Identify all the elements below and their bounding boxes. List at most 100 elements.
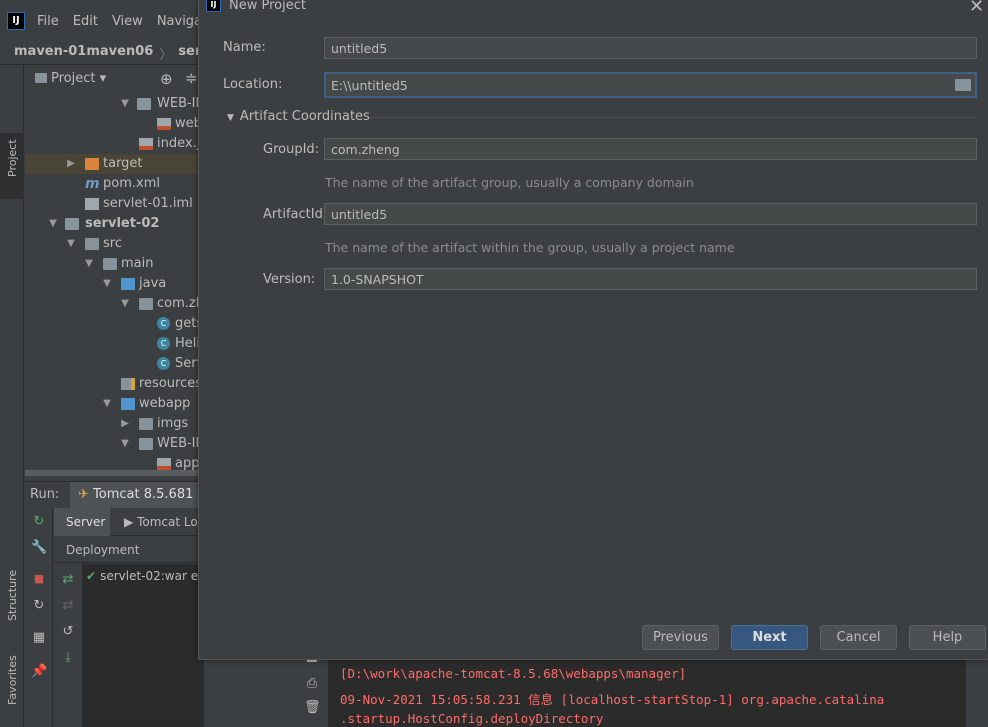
next-button-label: Next (752, 630, 787, 645)
location-label: Location: (223, 77, 283, 92)
previous-button-label: Previous (653, 630, 708, 645)
chevron-right-icon[interactable]: ▶ (65, 154, 77, 174)
locate-icon[interactable]: ⊕ (160, 70, 173, 88)
tab-tomcat-log-label: Tomcat Lo (137, 515, 198, 529)
tree-item[interactable]: resources (25, 374, 205, 394)
tree-item-label: webapp (139, 396, 191, 411)
folder-icon (139, 418, 153, 430)
menu-view[interactable]: View (112, 14, 143, 29)
previous-button[interactable]: Previous (642, 625, 719, 650)
breadcrumb-item[interactable]: maven-01maven06 (14, 44, 153, 63)
location-field[interactable] (324, 72, 977, 98)
console-icon: ▶ (124, 515, 134, 529)
tree-item[interactable]: C gets (25, 314, 205, 334)
download-icon[interactable]: ⤓ (60, 650, 76, 666)
stop-icon[interactable]: ■ (31, 571, 47, 587)
chevron-right-icon[interactable]: ▶ (119, 414, 131, 434)
tree-item[interactable]: ▼ webapp (25, 394, 205, 414)
deployment-header: Deployment (54, 537, 204, 563)
chevron-down-icon[interactable]: ▼ (101, 394, 113, 414)
tree-item[interactable]: C Serv (25, 354, 205, 374)
rerun-icon[interactable]: ↻ (31, 514, 47, 530)
folder-icon (103, 258, 117, 270)
xml-file-icon (157, 458, 171, 470)
trash-icon[interactable]: 🗑 (304, 700, 321, 716)
undeploy-icon[interactable]: ⇄ (60, 598, 76, 614)
tree-item[interactable]: ▼ main (25, 254, 205, 274)
artifact-coordinates-toggle[interactable]: ▼ Artifact Coordinates (227, 109, 370, 124)
chevron-down-icon[interactable]: ▼ (47, 214, 59, 234)
collapse-icon[interactable]: ≑ (185, 69, 198, 87)
menu-file[interactable]: File (37, 14, 59, 29)
project-view-selector[interactable]: Project ▾ (35, 71, 106, 86)
tab-tomcat-log[interactable]: ▶ Tomcat Lo (124, 515, 198, 529)
chevron-down-icon[interactable]: ▼ (101, 274, 113, 294)
artifactid-field[interactable] (324, 203, 977, 225)
jsp-file-icon (139, 138, 153, 150)
structure-stripe-label[interactable]: Structure (6, 570, 19, 621)
intellij-logo-icon: IJ (7, 12, 25, 30)
name-field[interactable] (324, 37, 977, 59)
resources-folder-icon (121, 378, 135, 390)
console-line: [D:\work\apache-tomcat-8.5.68\webapps\ma… (340, 666, 687, 681)
divider (369, 117, 977, 118)
chevron-down-icon[interactable]: ▼ (119, 294, 131, 314)
version-field[interactable] (324, 268, 977, 290)
layout-icon[interactable]: ▦ (31, 630, 47, 646)
dialog-title: New Project (229, 0, 306, 13)
maven-icon: m (85, 176, 100, 192)
tree-item[interactable]: ▼ WEB-IN (25, 434, 205, 454)
server-tabs: Server ▶ Tomcat Lo (54, 508, 204, 536)
chevron-down-icon[interactable]: ▼ (83, 254, 95, 274)
tree-item[interactable]: ▶ target (25, 154, 205, 174)
tree-item[interactable]: web (25, 114, 205, 134)
folder-icon (35, 73, 47, 83)
refresh-icon[interactable]: ↻ (31, 598, 47, 614)
folder-icon (137, 98, 151, 110)
package-icon (139, 298, 153, 310)
chevron-down-icon[interactable]: ▼ (119, 94, 131, 114)
close-icon[interactable]: ✕ (969, 0, 984, 17)
update-icon[interactable]: ↺ (60, 624, 76, 640)
console-output[interactable]: [D:\work\apache-tomcat-8.5.68\webapps\ma… (328, 660, 966, 727)
print-icon[interactable]: ⎙ (304, 676, 320, 692)
dialog-title-bar: IJ New Project ✕ (199, 0, 988, 17)
tree-item-label: servlet-01.iml (103, 196, 193, 211)
run-config-tab[interactable]: ✈ Tomcat 8.5.681× (70, 482, 210, 508)
tree-item-label: target (103, 156, 143, 171)
tree-item[interactable]: servlet-01.iml (25, 194, 205, 214)
deploy-icon[interactable]: ⇄ (60, 572, 76, 588)
help-button[interactable]: Help (909, 625, 986, 650)
tree-item-label: com.zh (157, 296, 204, 311)
groupid-field[interactable] (324, 138, 977, 160)
pin-icon[interactable]: 📌 (31, 664, 47, 680)
tree-item-label: imgs (157, 416, 189, 431)
deployment-item[interactable]: ✔ servlet-02:war ex (86, 569, 205, 583)
project-stripe-label[interactable]: Project (6, 139, 19, 177)
next-button[interactable]: Next (731, 625, 808, 650)
groupid-label: GroupId: (263, 142, 320, 157)
tree-item[interactable]: index.js (25, 134, 205, 154)
chevron-down-icon[interactable]: ▼ (65, 234, 77, 254)
tree-item[interactable]: C Hell (25, 334, 205, 354)
tree-item[interactable]: ▶ imgs (25, 414, 205, 434)
tree-item[interactable]: ▼ java (25, 274, 205, 294)
tree-item[interactable]: ▼ com.zh (25, 294, 205, 314)
tree-item[interactable]: ▼ src (25, 234, 205, 254)
tree-item[interactable]: m pom.xml (25, 174, 205, 194)
tab-server[interactable]: Server (54, 508, 110, 536)
tree-item[interactable]: ▼ servlet-02 (25, 214, 205, 234)
cancel-button[interactable]: Cancel (820, 625, 897, 650)
browse-folder-icon[interactable] (955, 79, 971, 91)
chevron-down-icon: ▼ (227, 113, 234, 123)
horizontal-scrollbar[interactable] (25, 470, 200, 476)
wrench-icon[interactable]: 🔧 (31, 540, 47, 556)
favorites-stripe-label[interactable]: Favorites (6, 655, 19, 705)
groupid-hint: The name of the artifact group, usually … (325, 175, 694, 190)
menu-edit[interactable]: Edit (73, 14, 98, 29)
folder-icon (85, 158, 99, 170)
chevron-down-icon[interactable]: ▼ (119, 434, 131, 454)
source-folder-icon (121, 278, 135, 290)
check-icon: ✔ (86, 569, 97, 583)
tree-item[interactable]: ▼ WEB-IN (25, 94, 205, 114)
